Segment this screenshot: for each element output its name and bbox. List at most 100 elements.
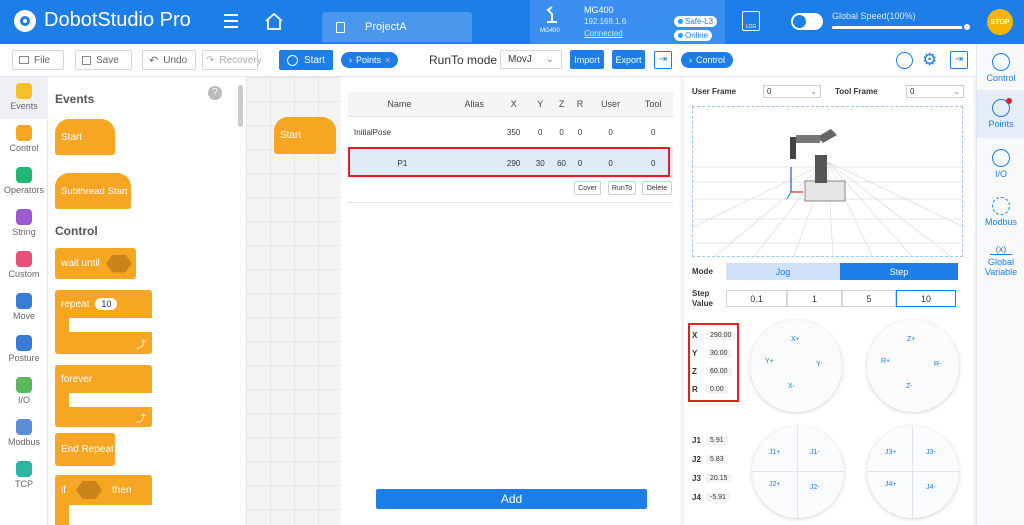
y-plus-button[interactable]: Y+ [765, 358, 774, 365]
column-header[interactable]: User [587, 92, 634, 117]
forever-block[interactable]: forever [55, 365, 152, 393]
right-nav-io-item[interactable]: I/O [977, 144, 1024, 188]
column-header[interactable]: Z [550, 92, 573, 117]
category-string[interactable]: String [0, 203, 48, 245]
category-modbus[interactable]: Modbus [0, 413, 48, 455]
step-value-10[interactable]: 10 [896, 290, 956, 307]
right-nav-control-label: Control [986, 73, 1016, 83]
project-tab[interactable]: ProjectA [322, 12, 472, 42]
category-i-o[interactable]: I/O [0, 371, 48, 413]
help-icon[interactable]: ? [208, 86, 222, 100]
add-point-button[interactable]: Add [376, 489, 647, 509]
repeat-count-input[interactable]: 10 [95, 298, 118, 310]
category-posture[interactable]: Posture [0, 329, 48, 371]
category-events[interactable]: Events [0, 77, 48, 119]
log-button[interactable]: LOG [742, 11, 760, 31]
j2-minus-button[interactable]: J2- [810, 484, 820, 491]
save-button[interactable]: Save [75, 50, 132, 70]
file-button[interactable]: File [12, 50, 64, 70]
z-minus-button[interactable]: Z- [906, 383, 913, 390]
column-header[interactable]: Tool [633, 92, 673, 117]
points-tab[interactable]: › Points × [341, 52, 399, 68]
joint-axis-label: J3 [692, 474, 701, 483]
robot-3d-view[interactable] [692, 106, 963, 257]
category-control[interactable]: Control [0, 119, 48, 161]
home-icon[interactable] [264, 12, 284, 33]
step-value-5[interactable]: 5 [842, 290, 896, 307]
close-icon[interactable]: × [385, 55, 390, 65]
control-section-title: Control [55, 224, 98, 238]
import-button[interactable]: Import [570, 50, 604, 69]
right-nav-points-item[interactable]: Points [977, 90, 1024, 138]
reset-view-icon[interactable] [896, 52, 913, 69]
table-row[interactable]: InitialPose 350 0 0 0 0 0 [348, 116, 673, 148]
j1-minus-button[interactable]: J1- [810, 449, 820, 456]
right-nav-global-variable-item[interactable]: (x) Global Variable [977, 242, 1024, 290]
palette-scrollbar[interactable] [238, 85, 243, 127]
end-repeat-block[interactable]: End Repeat [55, 433, 115, 466]
start-block[interactable]: Start [55, 119, 115, 155]
collapse-panel-icon[interactable]: ⇥ [654, 51, 672, 69]
start-button[interactable]: Start [279, 50, 333, 70]
r-plus-button[interactable]: R+ [881, 358, 890, 365]
column-header[interactable]: Name [348, 92, 451, 117]
workspace-start-block[interactable]: Start [274, 117, 336, 154]
control-tab[interactable]: › Control [681, 52, 734, 68]
x-plus-button[interactable]: X+ [791, 336, 800, 343]
j3-minus-button[interactable]: J3- [926, 449, 936, 456]
user-frame-select[interactable]: 0 ⌄ [763, 85, 821, 98]
column-header[interactable]: X [497, 92, 530, 117]
cover-button[interactable]: Cover [574, 181, 601, 195]
j3-plus-button[interactable]: J3+ [885, 449, 896, 456]
r-minus-button[interactable]: R- [934, 361, 941, 368]
export-button[interactable]: Export [612, 50, 645, 69]
category-custom[interactable]: Custom [0, 245, 48, 287]
step-value-1[interactable]: 1 [787, 290, 842, 307]
j2-plus-button[interactable]: J2+ [769, 481, 780, 488]
exit-panel-icon[interactable]: ⇥ [950, 51, 968, 69]
undo-button[interactable]: ↶ Undo [142, 50, 196, 70]
condition-slot[interactable] [76, 481, 102, 499]
j1-plus-button[interactable]: J1+ [769, 449, 780, 456]
j4-plus-button[interactable]: J4+ [885, 481, 896, 488]
tool-frame-select[interactable]: 0 ⌄ [906, 85, 964, 98]
delete-button[interactable]: Delete [642, 181, 672, 195]
j4-minus-button[interactable]: J4- [926, 484, 936, 491]
menu-icon[interactable] [224, 14, 238, 28]
category-move[interactable]: Move [0, 287, 48, 329]
power-toggle[interactable] [791, 13, 823, 30]
category-label: I/O [17, 395, 30, 405]
jog-mode-button[interactable]: Jog [726, 263, 840, 280]
step-mode-button[interactable]: Step [840, 263, 958, 280]
z-plus-button[interactable]: Z+ [907, 336, 915, 343]
table-cell: 0 [577, 127, 583, 137]
category-tcp[interactable]: TCP [0, 455, 48, 497]
wait-until-block[interactable]: wait until [55, 248, 136, 279]
block-categories: Events Control Operators String Custom Move Po… [0, 77, 48, 525]
block-workspace[interactable]: Start [246, 77, 340, 525]
if-then-block[interactable]: if then [55, 475, 152, 505]
y-minus-button[interactable]: Y- [816, 361, 822, 368]
right-nav-control-item[interactable]: Control [977, 44, 1024, 88]
column-header[interactable]: Alias [450, 92, 498, 117]
settings-gear-icon[interactable]: ⚙ [922, 50, 937, 70]
category-operators[interactable]: Operators [0, 161, 48, 203]
x-minus-button[interactable]: X- [788, 383, 795, 390]
column-header[interactable]: R [572, 92, 588, 117]
device-model: MG400 [584, 5, 614, 15]
io-icon [16, 377, 32, 393]
speed-slider-handle[interactable] [962, 22, 972, 32]
runto-select[interactable]: MovJ ⌄ [500, 50, 562, 69]
speed-slider-track[interactable] [832, 26, 967, 29]
recovery-button[interactable]: ↷ Recovery [202, 50, 262, 70]
right-navigation: Control Points I/O Modbus (x) Global Var… [976, 44, 1024, 525]
right-nav-modbus-item[interactable]: Modbus [977, 192, 1024, 236]
subthread-start-block[interactable]: Subthread Start [55, 173, 131, 209]
stop-button[interactable]: STOP [987, 9, 1013, 35]
step-value-0.1[interactable]: 0.1 [726, 290, 787, 307]
repeat-block[interactable]: repeat 10 [55, 290, 152, 318]
runto-button[interactable]: RunTo [608, 181, 636, 195]
condition-slot[interactable] [105, 254, 132, 273]
device-status[interactable]: Connected [584, 29, 623, 38]
column-header[interactable]: Y [529, 92, 551, 117]
